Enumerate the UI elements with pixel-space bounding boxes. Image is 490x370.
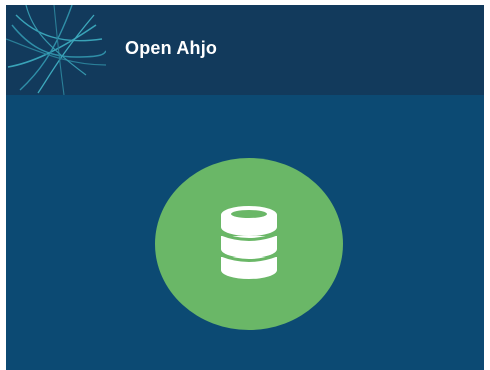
app-header: Open Ahjo [6,5,484,95]
database-badge [155,158,343,330]
app-title: Open Ahjo [125,38,218,58]
database-icon [220,206,278,279]
app-card: Open Ahjo [6,5,484,370]
thread-lines-logo-icon [6,5,106,95]
